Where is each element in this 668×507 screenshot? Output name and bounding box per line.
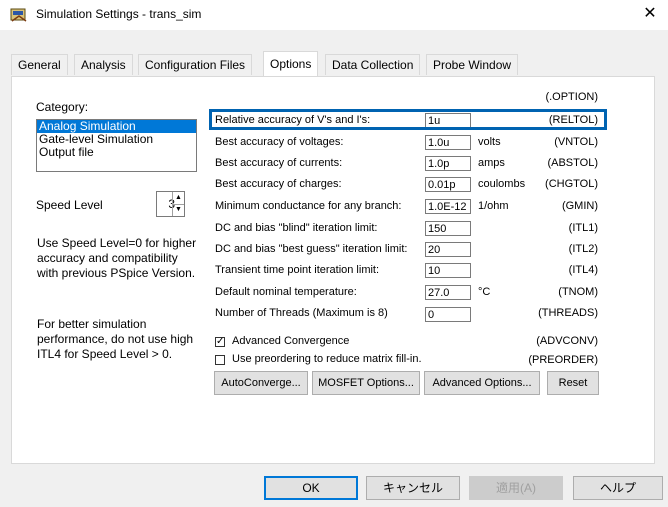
ok-button[interactable]: OK xyxy=(264,476,358,500)
itl4-label: Transient time point iteration limit: xyxy=(215,264,380,276)
itl1-input[interactable]: 150 xyxy=(425,221,471,236)
chgtol-unit: coulombs xyxy=(478,178,526,190)
tab-analysis[interactable]: Analysis xyxy=(74,54,133,75)
chgtol-label: Best accuracy of charges: xyxy=(215,178,342,190)
abstol-key: (ABSTOL) xyxy=(547,157,598,169)
gmin-unit: 1/ohm xyxy=(478,200,509,212)
title-bar: Simulation Settings - trans_sim ✕ xyxy=(0,0,668,30)
itl4-key: (ITL4) xyxy=(568,264,598,276)
simulation-settings-dialog: Simulation Settings - trans_sim ✕ Genera… xyxy=(0,0,668,507)
cancel-button[interactable]: キャンセル xyxy=(366,476,460,500)
abstol-unit: amps xyxy=(478,157,505,169)
preordering-label: Use preordering to reduce matrix fill-in… xyxy=(232,353,422,365)
tnom-label: Default nominal temperature: xyxy=(215,286,357,298)
tnom-input[interactable]: 27.0 xyxy=(425,285,471,300)
preorder-key: (PREORDER) xyxy=(528,354,598,366)
gmin-label: Minimum conductance for any branch: xyxy=(215,200,402,212)
tab-data-collection[interactable]: Data Collection xyxy=(325,54,421,75)
advanced-convergence-label: Advanced Convergence xyxy=(232,335,350,347)
threads-input[interactable]: 0 xyxy=(425,307,471,322)
help-button[interactable]: ヘルプ xyxy=(573,476,663,500)
spinner-buttons: ▲ ▼ xyxy=(172,192,184,216)
vntol-unit: volts xyxy=(478,136,501,148)
tab-options[interactable]: Options xyxy=(263,51,319,76)
preordering-checkbox[interactable] xyxy=(215,355,225,365)
category-label: Category: xyxy=(36,100,89,114)
gmin-input[interactable]: 1.0E-12 xyxy=(425,199,471,214)
itl1-key: (ITL1) xyxy=(568,222,598,234)
category-item-output-file[interactable]: Output file xyxy=(37,146,196,159)
itl2-key: (ITL2) xyxy=(568,243,598,255)
option-header: (.OPTION) xyxy=(545,91,598,103)
threads-key: (THREADS) xyxy=(538,307,598,319)
spin-down-icon[interactable]: ▼ xyxy=(173,204,184,216)
chgtol-key: (CHGTOL) xyxy=(545,178,598,190)
itl2-label: DC and bias "best guess" iteration limit… xyxy=(215,243,408,255)
chgtol-input[interactable]: 0.01p xyxy=(425,177,471,192)
abstol-input[interactable]: 1.0p xyxy=(425,156,471,171)
abstol-label: Best accuracy of currents: xyxy=(215,157,343,169)
tab-configuration-files[interactable]: Configuration Files xyxy=(138,54,253,75)
close-icon[interactable]: ✕ xyxy=(640,4,660,24)
vntol-label: Best accuracy of voltages: xyxy=(215,136,344,148)
tab-general[interactable]: General xyxy=(11,54,68,75)
vntol-key: (VNTOL) xyxy=(554,136,598,148)
tab-probe-window[interactable]: Probe Window xyxy=(426,54,519,75)
itl1-label: DC and bias "blind" iteration limit: xyxy=(215,222,378,234)
performance-help: For better simulation performance, do no… xyxy=(37,317,194,361)
reset-button[interactable]: Reset xyxy=(547,371,599,395)
tnom-key: (TNOM) xyxy=(558,286,598,298)
autoconverge-button[interactable]: AutoConverge... xyxy=(214,371,308,395)
threads-label: Number of Threads (Maximum is 8) xyxy=(215,307,388,319)
tnom-unit: °C xyxy=(478,286,491,298)
vntol-input[interactable]: 1.0u xyxy=(425,135,471,150)
itl4-input[interactable]: 10 xyxy=(425,263,471,278)
speed-level-spinner[interactable]: 3 ▲ ▼ xyxy=(156,191,185,217)
advconv-key: (ADVCONV) xyxy=(536,335,598,347)
itl2-input[interactable]: 20 xyxy=(425,242,471,257)
mosfet-options-button[interactable]: MOSFET Options... xyxy=(312,371,420,395)
speed-level-label: Speed Level xyxy=(36,198,103,212)
category-list[interactable]: Analog Simulation Gate-level Simulation … xyxy=(36,119,197,172)
advanced-options-button[interactable]: Advanced Options... xyxy=(424,371,540,395)
window-title: Simulation Settings - trans_sim xyxy=(36,7,202,21)
apply-button[interactable]: 適用(A) xyxy=(469,476,563,500)
advanced-convergence-checkbox[interactable]: ✓ xyxy=(215,337,225,347)
pspice-app-icon xyxy=(10,8,27,22)
speed-level-help: Use Speed Level=0 for higher accuracy an… xyxy=(37,236,197,280)
reltol-highlight-frame xyxy=(209,109,607,130)
gmin-key: (GMIN) xyxy=(561,200,598,212)
